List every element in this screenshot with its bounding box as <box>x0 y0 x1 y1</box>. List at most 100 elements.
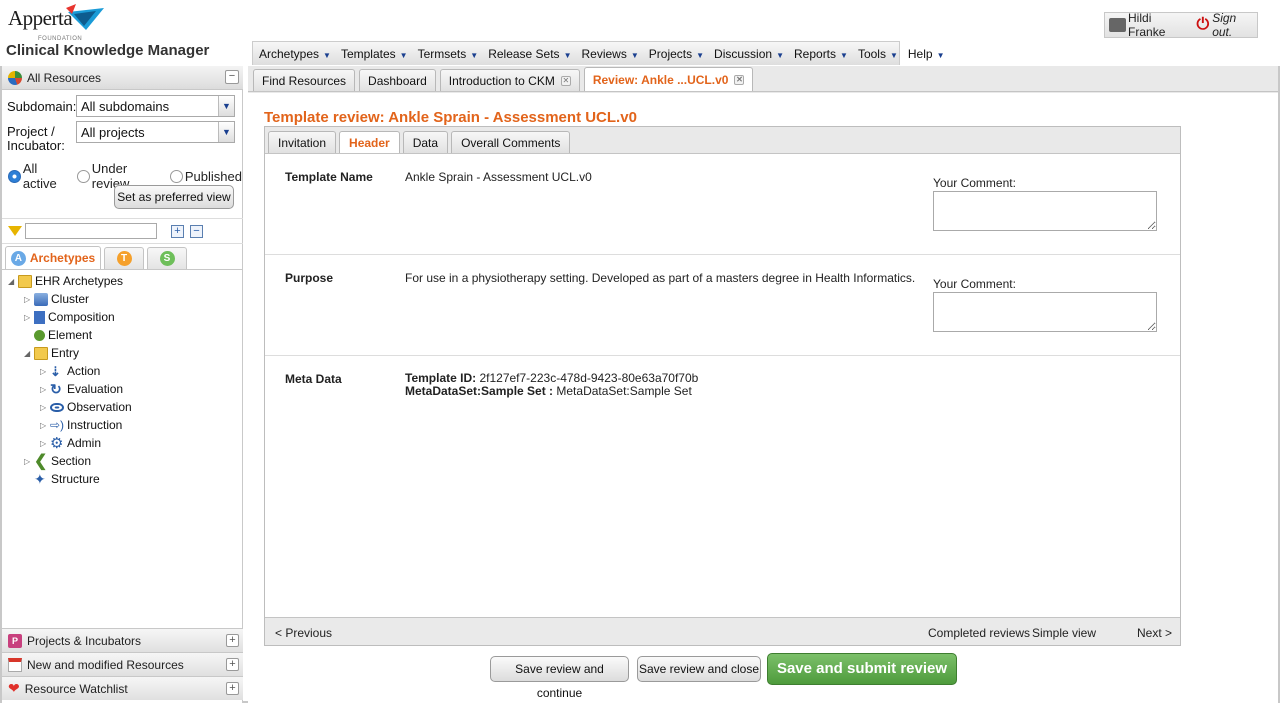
menu-tools[interactable]: Tools ▼ <box>858 47 898 61</box>
menu-label: Reviews <box>581 46 627 61</box>
save-close-button[interactable]: Save review and close <box>637 656 761 682</box>
projects-incubators-section[interactable]: P Projects & Incubators + <box>2 628 243 652</box>
tab-dashboard[interactable]: Dashboard <box>359 69 436 91</box>
termset-badge-icon: S <box>159 251 175 266</box>
close-icon[interactable]: ✕ <box>560 75 571 86</box>
next-link[interactable]: Next > <box>1137 626 1172 640</box>
expand-all-icon[interactable]: + <box>171 224 184 238</box>
comment-label: Your Comment: <box>933 277 1016 291</box>
power-icon[interactable]: ⏻ <box>1197 17 1210 33</box>
subtab-header[interactable]: Header <box>339 131 400 153</box>
expand-icon[interactable]: + <box>226 634 239 647</box>
tree-node-observation[interactable]: ▷ Observation <box>40 400 132 414</box>
main-tabs: Find Resources Dashboard Introduction to… <box>248 66 1278 92</box>
dropdown-arrow-icon: ▼ <box>218 96 234 116</box>
section-icon: ❮ <box>34 452 48 470</box>
tree-node-structure[interactable]: ✦ Structure <box>24 472 100 487</box>
tree-node-element[interactable]: Element <box>24 328 92 342</box>
filter-input[interactable] <box>25 223 157 239</box>
template-name-section: Template Name Ankle Sprain - Assessment … <box>265 154 1180 255</box>
menu-help[interactable]: Help ▼ <box>908 47 945 61</box>
tab-review[interactable]: Review: Ankle ...UCL.v0 ✕ <box>583 67 754 91</box>
tree-node-ehr-archetypes[interactable]: ◢ EHR Archetypes <box>8 274 123 288</box>
tree-label: Admin <box>67 436 102 450</box>
purpose-section: Purpose For use in a physiotherapy setti… <box>265 255 1180 356</box>
expanded-triangle-icon: ◢ <box>8 276 15 286</box>
tree-label: Evaluation <box>67 382 124 396</box>
menu-templates[interactable]: Templates ▼ <box>341 47 408 61</box>
caret-down-icon: ▼ <box>889 50 898 60</box>
tree-node-section[interactable]: ▷ ❮ Section <box>24 452 91 470</box>
watchlist-section[interactable]: ❤ Resource Watchlist + <box>2 676 243 700</box>
all-resources-header: All Resources − <box>2 66 243 90</box>
menu-release-sets[interactable]: Release Sets ▼ <box>488 47 571 61</box>
apperta-logo: Apperta FOUNDATION <box>4 2 109 42</box>
expand-icon[interactable]: + <box>226 658 239 671</box>
menu-reviews[interactable]: Reviews ▼ <box>581 47 638 61</box>
purpose-comment-input[interactable] <box>933 292 1157 332</box>
previous-link[interactable]: < Previous <box>275 626 332 640</box>
radio-published[interactable] <box>170 169 183 183</box>
tree-node-action[interactable]: ▷ ⇣ Action <box>40 364 100 378</box>
tree-node-entry[interactable]: ◢ Entry <box>24 346 79 360</box>
field-label: Meta Data <box>285 372 342 386</box>
new-modified-section[interactable]: New and modified Resources + <box>2 652 243 676</box>
tab-templates[interactable]: T <box>104 247 144 269</box>
expand-icon[interactable]: + <box>226 682 239 695</box>
section-label: New and modified Resources <box>27 657 184 672</box>
subtab-invitation[interactable]: Invitation <box>268 131 337 153</box>
tab-archetypes[interactable]: A Archetypes <box>5 246 101 269</box>
tree-label: Cluster <box>51 292 90 306</box>
tab-introduction[interactable]: Introduction to CKM ✕ <box>439 69 580 91</box>
subtab-overall-comments[interactable]: Overall Comments <box>451 131 571 153</box>
menu-termsets[interactable]: Termsets ▼ <box>418 47 479 61</box>
radio-all-active[interactable] <box>8 169 21 183</box>
template-badge-icon: T <box>116 251 132 266</box>
tab-find-resources[interactable]: Find Resources <box>253 69 356 91</box>
save-submit-button[interactable]: Save and submit review <box>767 653 957 685</box>
project-select[interactable]: All projects ▼ <box>76 121 235 143</box>
collapse-all-icon[interactable]: − <box>190 224 203 238</box>
section-label: Projects & Incubators <box>27 633 142 648</box>
tree-label: Observation <box>67 400 132 414</box>
close-icon[interactable]: ✕ <box>734 74 745 85</box>
set-preferred-view-button[interactable]: Set as preferred view <box>114 185 234 209</box>
folder-open-icon <box>34 346 48 360</box>
menu-reports[interactable]: Reports ▼ <box>794 47 848 61</box>
simple-view-link[interactable]: Simple view <box>1032 626 1096 640</box>
tree-node-composition[interactable]: ▷ Composition <box>24 310 115 324</box>
tree-node-cluster[interactable]: ▷ Cluster <box>24 292 89 306</box>
menu-discussion[interactable]: Discussion ▼ <box>714 47 784 61</box>
subdomain-select[interactable]: All subdomains ▼ <box>76 95 235 117</box>
field-label: Template Name <box>285 170 373 184</box>
menu-projects[interactable]: Projects ▼ <box>649 47 704 61</box>
save-continue-button[interactable]: Save review and continue <box>490 656 629 700</box>
menu-archetypes[interactable]: Archetypes ▼ <box>259 47 331 61</box>
subtab-data[interactable]: Data <box>402 131 449 153</box>
menu-label: Reports <box>794 46 837 61</box>
left-panel: All Resources − Subdomain: All subdomain… <box>2 66 243 703</box>
folder-open-icon <box>18 274 32 288</box>
meta-data-section: Meta Data Template ID: 2f127ef7-223c-478… <box>265 356 1180 436</box>
tree-node-admin[interactable]: ▷ ⚙ Admin <box>40 436 102 451</box>
menu-label: Help <box>907 46 933 61</box>
menu-label: Discussion <box>714 46 773 61</box>
metadataset-row: MetaDataSet:Sample Set : MetaDataSet:Sam… <box>405 385 698 398</box>
sign-out-link[interactable]: Sign out. <box>1212 11 1257 39</box>
tab-label: Archetypes <box>29 251 96 265</box>
heart-icon: ❤ <box>8 680 20 696</box>
tree-node-evaluation[interactable]: ▷ ↻ Evaluation <box>40 382 124 397</box>
completed-reviews-link[interactable]: Completed reviews <box>928 626 1030 640</box>
collapsed-triangle-icon: ▷ <box>24 294 31 304</box>
template-name-comment-input[interactable] <box>933 191 1157 231</box>
tab-termsets[interactable]: S <box>147 247 187 269</box>
tree-node-instruction[interactable]: ▷ ⇨) Instruction <box>40 418 122 432</box>
collapsed-triangle-icon: ▷ <box>40 438 47 448</box>
collapse-icon[interactable]: − <box>225 70 239 84</box>
main-area: Find Resources Dashboard Introduction to… <box>248 66 1278 703</box>
radio-under-review[interactable] <box>76 169 90 183</box>
subtab-label: Invitation <box>278 135 327 150</box>
field-value: For use in a physiotherapy setting. Deve… <box>405 271 916 285</box>
comment-label: Your Comment: <box>933 176 1016 190</box>
tree-label: Instruction <box>67 418 123 432</box>
